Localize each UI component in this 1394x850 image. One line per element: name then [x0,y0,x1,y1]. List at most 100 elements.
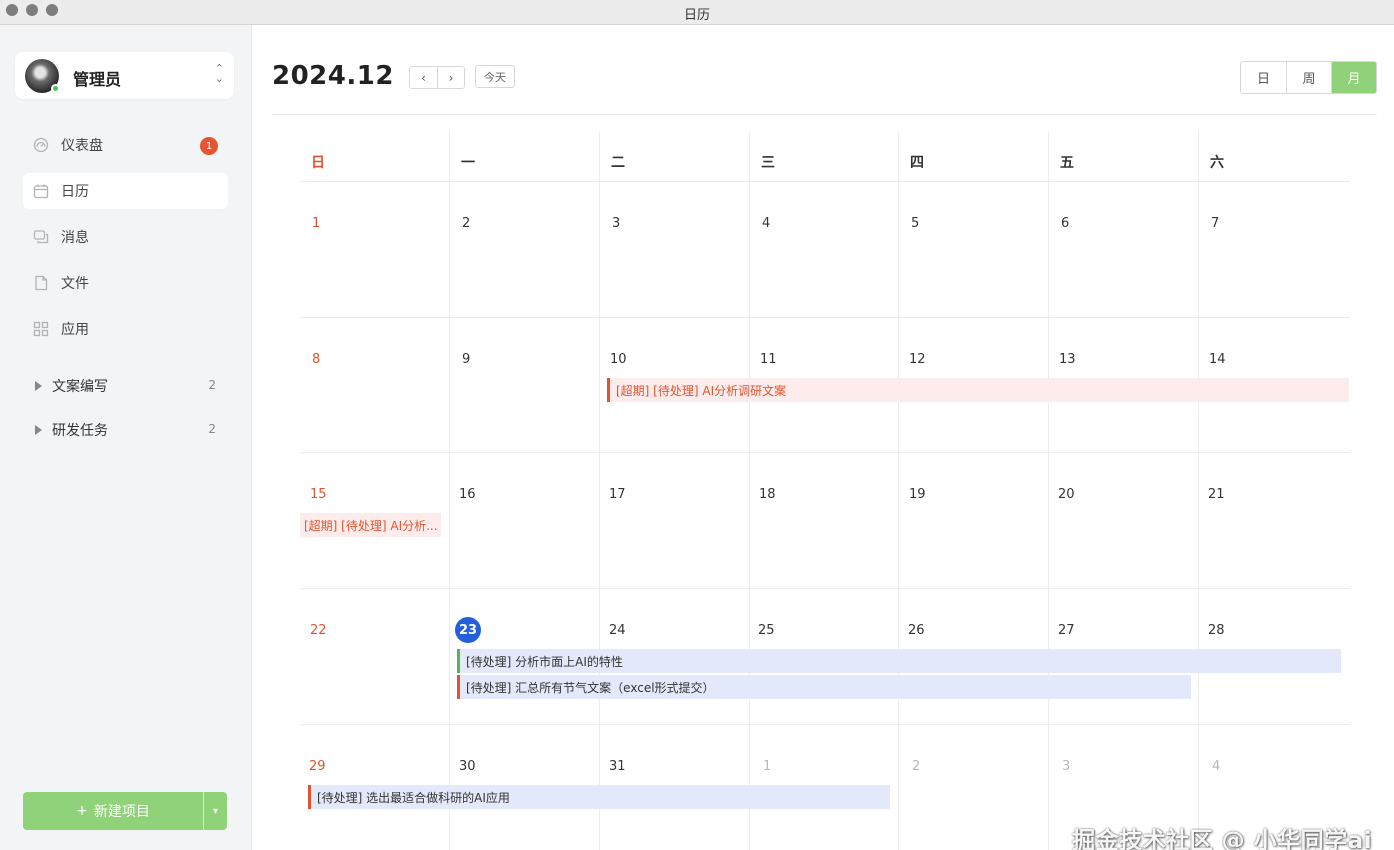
day-number[interactable]: 4 [762,216,770,231]
sidebar-item-files[interactable]: 文件 [23,265,228,301]
group-copywriting[interactable]: 文案编写 2 [23,375,228,397]
day-number[interactable]: 19 [909,487,926,502]
calendar-event[interactable]: [待处理] 分析市面上AI的特性 [457,649,1341,673]
caret-right-icon [35,425,42,435]
view-month-button[interactable]: 月 [1331,62,1376,93]
day-number[interactable]: 12 [909,352,926,367]
sidebar-item-apps[interactable]: 应用 [23,311,228,347]
day-number[interactable]: 18 [759,487,776,502]
weekday-header: 一 [461,155,475,171]
day-number[interactable]: 24 [609,623,626,638]
day-number[interactable]: 9 [462,352,470,367]
day-number[interactable]: 15 [310,487,327,502]
day-number[interactable]: 28 [1208,623,1225,638]
new-project-button[interactable]: + 新建项目 [23,792,203,830]
message-icon [33,229,49,245]
grid-line [599,132,600,850]
day-number[interactable]: 13 [1059,352,1076,367]
header-divider [272,114,1377,115]
today-marker[interactable]: 23 [455,617,481,643]
sidebar-item-label: 应用 [61,322,89,338]
sidebar-item-label: 消息 [61,230,89,246]
day-number[interactable]: 1 [312,216,320,231]
online-status-dot [51,84,60,93]
sidebar-item-calendar[interactable]: 日历 [23,173,228,209]
day-number[interactable]: 20 [1058,487,1075,502]
day-number[interactable]: 1 [763,759,771,774]
apps-icon [33,321,49,337]
group-count: 2 [208,378,216,392]
day-number[interactable]: 6 [1061,216,1069,231]
new-project-split-button: + 新建项目 ▾ [23,792,227,830]
weekday-header: 六 [1210,155,1224,171]
calendar-event[interactable]: [待处理] 汇总所有节气文案（excel形式提交） [457,675,1191,699]
sidebar-item-label: 文件 [61,276,89,292]
today-button[interactable]: 今天 [475,65,515,88]
grid-line [300,181,1350,182]
grid-line [898,132,899,850]
chevron-up-down-icon: ⌃ ⌄ [214,62,224,85]
window-titlebar: 日历 [0,0,1394,25]
day-number[interactable]: 25 [758,623,775,638]
group-rnd-tasks[interactable]: 研发任务 2 [23,419,228,441]
month-title: 2024.12 [272,61,394,91]
grid-line [749,132,750,850]
day-number[interactable]: 16 [459,487,476,502]
next-month-button[interactable]: › [437,67,464,88]
weekday-header: 二 [611,155,625,171]
sidebar-item-label: 仪表盘 [61,138,103,154]
day-number[interactable]: 10 [610,352,627,367]
project-groups: 文案编写 2 研发任务 2 [23,375,228,463]
prev-month-button[interactable]: ‹ [410,67,437,88]
new-project-label: 新建项目 [93,804,150,820]
day-number[interactable]: 4 [1212,759,1220,774]
day-number[interactable]: 2 [912,759,920,774]
calendar-icon [33,183,49,199]
month-navigation: ‹ › [409,66,465,89]
day-number[interactable]: 5 [911,216,919,231]
grid-line [1198,132,1199,850]
grid-line [300,724,1350,725]
grid-line [300,317,1350,318]
new-project-dropdown[interactable]: ▾ [203,792,227,830]
watermark-text: 掘金技术社区 @ 小华同学ai [1072,828,1372,850]
day-number[interactable]: 27 [1058,623,1075,638]
grid-line [300,588,1350,589]
plus-icon: + [76,803,88,819]
day-number[interactable]: 11 [760,352,777,367]
caret-right-icon [35,381,42,391]
day-number[interactable]: 17 [609,487,626,502]
user-switcher[interactable]: 管理员 ⌃ ⌄ [15,52,234,99]
day-number[interactable]: 26 [908,623,925,638]
sidebar-item-label: 日历 [61,184,89,200]
calendar-event[interactable]: [超期] [待处理] AI分析调研文案 [607,378,1349,402]
view-switcher: 日 周 月 [1240,61,1377,94]
day-number[interactable]: 31 [609,759,626,774]
day-number[interactable]: 29 [309,759,326,774]
day-number[interactable]: 2 [462,216,470,231]
weekday-header: 四 [910,155,924,171]
day-number[interactable]: 3 [612,216,620,231]
day-number[interactable]: 7 [1211,216,1219,231]
calendar-event[interactable]: [待处理] 选出最适合做科研的AI应用 [308,785,890,809]
sidebar-item-dashboard[interactable]: 仪表盘 1 [23,127,228,163]
view-week-button[interactable]: 周 [1286,62,1331,93]
day-number[interactable]: 8 [312,352,320,367]
chevron-down-icon: ▾ [212,805,219,817]
day-number[interactable]: 3 [1062,759,1070,774]
sidebar-item-messages[interactable]: 消息 [23,219,228,255]
weekday-header: 三 [761,155,775,171]
day-number[interactable]: 21 [1208,487,1225,502]
day-number[interactable]: 30 [459,759,476,774]
notification-badge: 1 [200,137,218,155]
grid-line [1048,132,1049,850]
day-number[interactable]: 14 [1209,352,1226,367]
view-day-button[interactable]: 日 [1241,62,1286,93]
grid-line [300,452,1350,453]
window-title: 日历 [683,8,710,23]
sidebar-nav: 仪表盘 1 日历 消息 文件 应用 [23,127,228,357]
avatar [25,59,60,93]
calendar-event[interactable]: [超期] [待处理] AI分析... [300,513,441,537]
day-number[interactable]: 22 [310,623,327,638]
calendar-main: 2024.12 ‹ › 今天 日 周 月 日 一 二 三 四 五 六 1 2 3… [253,25,1394,850]
